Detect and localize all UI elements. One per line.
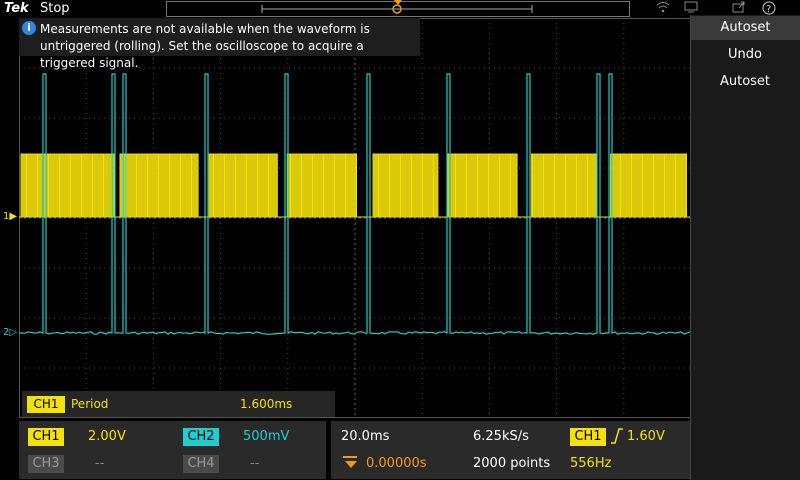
ch2-ground-marker[interactable]: 2▷ [3, 327, 17, 339]
horizontal-scale[interactable]: 20.0ms [341, 428, 389, 446]
trigger-position-icon[interactable] [393, 0, 403, 14]
undo-button[interactable]: Undo [692, 43, 798, 67]
trigger-level[interactable]: 1.60V [627, 428, 665, 446]
info-banner-text: Measurements are not available when the … [40, 22, 370, 70]
brand-logo: Tek [4, 1, 29, 16]
trigger-source-badge[interactable]: CH1 [570, 428, 606, 446]
ch1-badge[interactable]: CH1 [28, 428, 64, 446]
svg-text:?: ? [766, 4, 771, 15]
graticule-grid [19, 18, 691, 418]
record-length: 2000 points [473, 456, 551, 471]
display-icon [684, 1, 698, 16]
measurement-name: Period [71, 397, 109, 411]
ch4-scale: -- [250, 456, 260, 471]
wifi-icon [656, 1, 670, 16]
sample-rate: 6.25kS/s [473, 429, 529, 444]
horizontal-position[interactable]: 0.00000s [366, 455, 427, 473]
autoset-button[interactable]: Autoset [692, 70, 798, 94]
autoset-menu-title: Autoset [691, 16, 800, 40]
marker-arrow-icon: ▶ [9, 211, 18, 222]
ch1-ground-marker[interactable]: 1▶ [3, 211, 17, 223]
ch1-scale[interactable]: 2.00V [88, 428, 126, 446]
trigger-frequency: 556Hz [570, 456, 612, 471]
measurement-value: 1.600ms [240, 397, 293, 411]
horizontal-position-arrow-icon [341, 454, 361, 470]
run-state-label[interactable]: Stop [40, 1, 70, 16]
measurement-channel: CH1 [27, 396, 65, 413]
ch1-waveform [19, 153, 691, 218]
info-icon: i [22, 21, 36, 35]
ch4-badge[interactable]: CH4 [183, 455, 219, 473]
ch3-scale: -- [95, 456, 105, 471]
waveform-graticule[interactable] [19, 18, 691, 418]
marker-arrow-icon: ▷ [9, 327, 18, 338]
ch3-badge[interactable]: CH3 [28, 455, 64, 473]
ch2-scale[interactable]: 500mV [243, 428, 289, 446]
ch2-badge[interactable]: CH2 [183, 428, 219, 446]
export-icon[interactable] [732, 1, 746, 16]
rising-edge-icon [610, 427, 624, 445]
